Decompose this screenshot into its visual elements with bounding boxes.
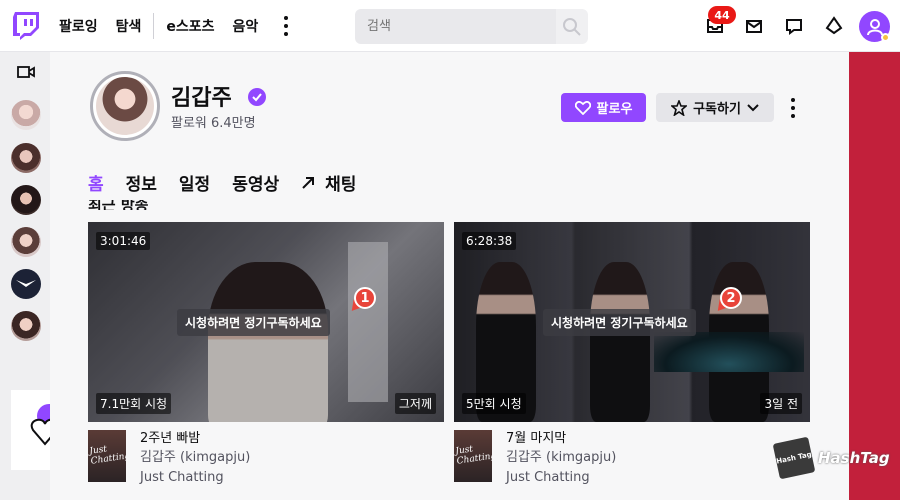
star-icon xyxy=(671,99,688,116)
callout-marker: 2 xyxy=(720,287,742,309)
category-box-art[interactable]: Just Chatting xyxy=(454,430,492,482)
chat-bubble-icon xyxy=(786,19,802,35)
channel-avatar-image xyxy=(96,77,154,135)
watermark: Hash Tag HashTag xyxy=(772,436,890,480)
tab-chat[interactable]: 채팅 xyxy=(301,170,356,195)
sidebar-channel-avatar[interactable] xyxy=(11,185,41,215)
video-camera-icon xyxy=(17,66,35,78)
video-category[interactable]: Just Chatting xyxy=(140,468,250,488)
video-title[interactable]: 7월 마지막 xyxy=(506,430,616,448)
subscribe-button[interactable]: 구독하기 xyxy=(656,93,774,122)
nav-browse[interactable]: 탐색 xyxy=(116,16,142,36)
nav-divider xyxy=(153,12,155,39)
video-title[interactable]: 2주년 빠밤 xyxy=(140,430,250,448)
wings-logo-icon xyxy=(16,280,36,287)
right-edge-banner xyxy=(849,52,900,500)
video-meta: Just Chatting 2주년 빠밤 김갑주 (kimgapju) Just… xyxy=(88,430,250,488)
channel-more-options-icon[interactable] xyxy=(790,98,796,118)
video-age: 3일 전 xyxy=(760,393,802,414)
video-age: 그저께 xyxy=(394,393,436,414)
nav-music[interactable]: 음악 xyxy=(233,16,259,36)
search-input[interactable] xyxy=(355,9,556,44)
mail-icon xyxy=(746,20,762,33)
bits-button[interactable] xyxy=(822,14,846,38)
online-status-dot xyxy=(881,33,890,42)
subscribe-to-watch-overlay: 시청하려면 정기구독하세요 xyxy=(177,309,330,336)
sidebar-channel-avatar[interactable] xyxy=(11,311,41,341)
category-box-art[interactable]: Just Chatting xyxy=(88,430,126,482)
video-thumbnail[interactable]: 3:01:46 시청하려면 정기구독하세요 1 7.1만회 시청 그저께 xyxy=(88,222,444,422)
subscribe-to-watch-overlay: 시청하려면 정기구독하세요 xyxy=(543,309,696,336)
sidebar-channel-avatar[interactable] xyxy=(11,143,41,173)
search-icon xyxy=(563,17,581,36)
watermark-logo-icon: Hash Tag xyxy=(772,436,816,480)
follow-button[interactable]: 팔로우 xyxy=(561,93,646,122)
more-menu-icon[interactable] xyxy=(280,15,292,36)
box-art-label: Just Chatting xyxy=(88,444,126,467)
whispers-button[interactable] xyxy=(742,14,766,38)
notification-badge: 44 xyxy=(708,6,736,24)
bits-gem-icon xyxy=(825,16,843,35)
tab-videos[interactable]: 동영상 xyxy=(232,170,279,195)
callout-marker: 1 xyxy=(354,287,376,309)
recommended-channels-icon[interactable] xyxy=(17,64,35,83)
video-thumbnail[interactable]: 6:28:38 시청하려면 정기구독하세요 2 5만회 시청 3일 전 xyxy=(454,222,810,422)
video-category[interactable]: Just Chatting xyxy=(506,468,616,488)
tab-schedule[interactable]: 일정 xyxy=(179,170,210,195)
verified-badge-icon xyxy=(248,88,266,106)
video-meta: Just Chatting 7월 마지막 김갑주 (kimgapju) Just… xyxy=(454,430,616,488)
box-art-label: Just Chatting xyxy=(454,444,492,467)
video-channel[interactable]: 김갑주 (kimgapju) xyxy=(506,448,616,468)
nav-following[interactable]: 팔로잉 xyxy=(59,16,98,36)
chevron-down-icon xyxy=(747,103,759,111)
sidebar-channel-avatar[interactable] xyxy=(11,269,41,299)
channel-name: 김갑주 xyxy=(171,86,232,111)
chat-button[interactable] xyxy=(782,14,806,38)
heart-promo-icon xyxy=(30,404,50,446)
video-duration: 6:28:38 xyxy=(462,232,517,250)
channel-main: 김갑주 팔로워 6.4만명 팔로우 구독하기 홈 정보 일정 동영상 채팅 최근… xyxy=(50,52,849,500)
sidebar-promo-card[interactable] xyxy=(11,390,50,470)
twitch-logo-icon[interactable] xyxy=(13,11,39,40)
external-arrow-icon xyxy=(302,176,315,189)
subscribe-button-label: 구독하기 xyxy=(693,102,741,117)
tab-chat-label: 채팅 xyxy=(325,175,357,195)
tab-about[interactable]: 정보 xyxy=(126,170,157,195)
section-title: 최근 방송 xyxy=(88,200,149,210)
watermark-text: HashTag xyxy=(818,449,890,467)
sidebar-channel-avatar[interactable] xyxy=(11,227,41,257)
follow-button-label: 팔로우 xyxy=(596,102,633,117)
channel-tabs: 홈 정보 일정 동영상 채팅 xyxy=(88,170,378,195)
channel-avatar[interactable] xyxy=(90,71,160,141)
sidebar-channel-avatar[interactable] xyxy=(11,100,41,130)
video-channel[interactable]: 김갑주 (kimgapju) xyxy=(140,448,250,468)
left-sidebar xyxy=(0,52,50,500)
heart-icon xyxy=(574,100,591,115)
follower-count: 팔로워 6.4만명 xyxy=(171,116,256,131)
video-views: 7.1만회 시청 xyxy=(96,393,172,414)
search-button[interactable] xyxy=(556,9,588,44)
nav-esports[interactable]: e스포츠 xyxy=(166,16,214,36)
video-duration: 3:01:46 xyxy=(96,232,151,250)
tab-home[interactable]: 홈 xyxy=(88,170,104,195)
video-views: 5만회 시청 xyxy=(462,393,526,414)
